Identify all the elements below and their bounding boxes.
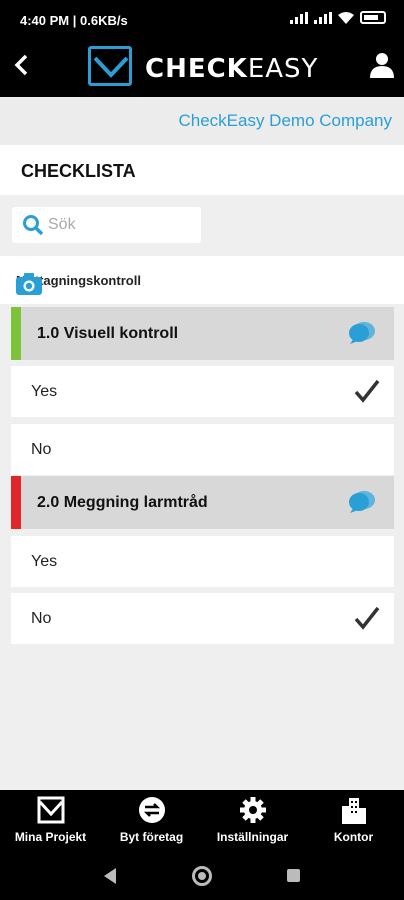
- status-indicator: [11, 307, 21, 360]
- nav-label: Byt företag: [119, 830, 184, 844]
- nav-kontor[interactable]: Kontor: [303, 790, 404, 850]
- group-label: 2.0 Meggning larmtråd: [37, 494, 208, 511]
- wifi-icon: [338, 11, 354, 24]
- option-row[interactable]: No: [11, 424, 394, 475]
- checklist-group[interactable]: 2.0 Meggning larmtråd: [11, 476, 394, 529]
- page-title: CHECKLISTA: [21, 161, 136, 181]
- system-nav-bar: [0, 850, 404, 900]
- nav-label: Inställningar: [216, 830, 289, 844]
- user-icon: [370, 53, 394, 78]
- camera-button[interactable]: [16, 273, 386, 298]
- recents-square-icon[interactable]: [287, 869, 300, 882]
- company-name[interactable]: CheckEasy Demo Company: [178, 111, 392, 131]
- gear-icon: [239, 796, 267, 829]
- checklist-group[interactable]: 1.0 Visuell kontroll: [11, 307, 394, 360]
- option-row[interactable]: Yes: [11, 366, 394, 417]
- brand-light: EASY: [247, 54, 319, 84]
- status-indicator: [11, 476, 21, 529]
- back-arrow-icon: [14, 54, 28, 76]
- status-bar: 4:40 PM | 0.6KB/s: [0, 0, 404, 40]
- option-label: No: [31, 441, 52, 458]
- app-header: CHECKEASY: [0, 40, 404, 97]
- camera-icon: [16, 273, 42, 295]
- title-bar: CHECKLISTA: [0, 145, 404, 195]
- checkmark-icon: [354, 379, 380, 408]
- search-box[interactable]: [12, 207, 201, 243]
- option-label: No: [31, 610, 52, 627]
- status-time: 4:40 PM | 0.6KB/s: [20, 13, 128, 28]
- battery-icon: [360, 11, 386, 24]
- brand-name: CHECKEASY: [145, 54, 318, 84]
- signal-icon: [314, 11, 332, 24]
- option-label: Yes: [31, 553, 58, 570]
- checkmark-icon: [354, 606, 380, 635]
- checkeasy-logo-icon: [88, 46, 132, 86]
- company-bar: CheckEasy Demo Company: [0, 97, 404, 145]
- comment-icon: [349, 322, 375, 344]
- signal-icon: [290, 11, 308, 24]
- nav-installningar[interactable]: Inställningar: [202, 790, 303, 850]
- back-triangle-icon[interactable]: [104, 868, 116, 884]
- back-button[interactable]: [14, 52, 28, 83]
- search-input[interactable]: [48, 212, 193, 238]
- status-icons: [290, 11, 386, 24]
- nav-label: Mina Projekt: [14, 830, 87, 844]
- comment-button[interactable]: [348, 320, 376, 351]
- nav-label: Kontor: [333, 830, 374, 844]
- home-circle-icon[interactable]: [192, 866, 212, 886]
- option-row[interactable]: No: [11, 593, 394, 644]
- option-label: Yes: [31, 383, 58, 400]
- comment-button[interactable]: [348, 489, 376, 520]
- user-button[interactable]: [370, 52, 394, 83]
- section-header: Mottagningskontroll: [0, 256, 404, 304]
- search-icon: [22, 214, 44, 241]
- nav-mina-projekt[interactable]: Mina Projekt: [0, 790, 101, 850]
- nav-byt-foretag[interactable]: Byt företag: [101, 790, 202, 850]
- inbox-icon: [37, 796, 65, 829]
- swap-icon: [138, 796, 166, 829]
- bottom-nav: Mina Projekt Byt företag Inställningar K…: [0, 790, 404, 850]
- group-label: 1.0 Visuell kontroll: [37, 325, 179, 342]
- option-row[interactable]: Yes: [11, 536, 394, 587]
- building-icon: [340, 796, 368, 829]
- brand-bold: CHECK: [145, 54, 248, 84]
- comment-icon: [349, 491, 375, 513]
